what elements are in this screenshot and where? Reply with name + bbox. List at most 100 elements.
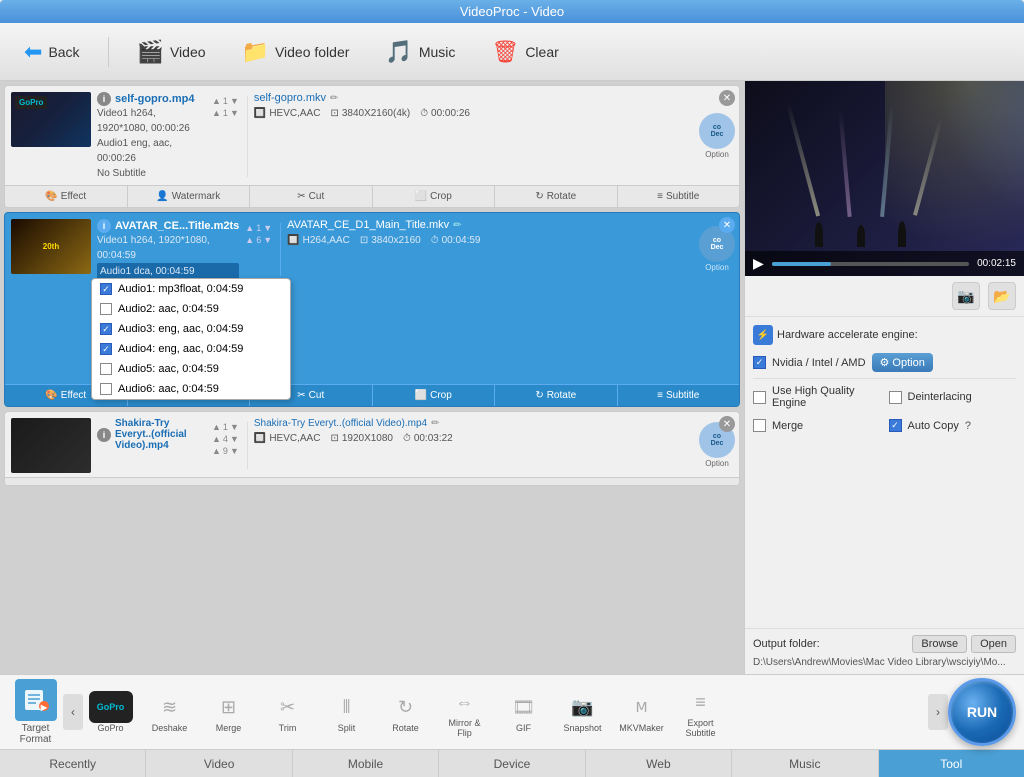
audio-track-item-2[interactable]: Audio2: aac, 0:04:59 [92, 299, 290, 319]
open-button[interactable]: Open [971, 635, 1016, 653]
crop-btn-1[interactable]: ⬜ Crop [373, 186, 496, 207]
stage-lights [745, 81, 1024, 276]
gopro-tool[interactable]: GoPro GoPro [83, 687, 138, 737]
split-icon: ⫴ [331, 691, 363, 723]
run-button[interactable]: RUN [948, 678, 1016, 746]
back-label: Back [48, 44, 79, 60]
tab-video[interactable]: Video [146, 750, 292, 777]
output-folder-section: Output folder: Browse Open D:\Users\Andr… [745, 628, 1024, 674]
gopro-icon: GoPro [89, 691, 133, 723]
browse-media-button[interactable]: 📂 [988, 282, 1016, 310]
tab-tool[interactable]: Tool [879, 750, 1024, 777]
mkvmaker-icon: Ⅿ [626, 691, 658, 723]
preview-area: ▶ 00:02:15 [745, 81, 1024, 276]
tab-music[interactable]: Music [732, 750, 878, 777]
snapshot-tool[interactable]: 📷 Snapshot [555, 687, 610, 737]
trim-tool[interactable]: ✂ Trim [260, 687, 315, 737]
mirror-flip-tool[interactable]: ⇔ Mirror & Flip [437, 682, 492, 742]
time-display: 00:02:15 [977, 258, 1016, 269]
autocopy-help[interactable]: ? [965, 420, 971, 432]
camera-button[interactable]: 📷 [952, 282, 980, 310]
play-button[interactable]: ▶ [753, 255, 764, 272]
clear-label: Clear [525, 44, 558, 60]
settings-divider-1 [753, 378, 1016, 379]
quality-checkbox[interactable] [753, 391, 766, 404]
merge-tool[interactable]: ⊞ Merge [201, 687, 256, 737]
subtitle-btn-1[interactable]: ≡ Subtitle [618, 186, 740, 207]
merge-icon: ⊞ [213, 691, 245, 723]
close-video-2[interactable]: ✕ [719, 217, 735, 233]
hw-checkbox[interactable]: ✓ [753, 356, 766, 369]
audio-dropdown: ✓ Audio1: mp3float, 0:04:59 Audio2: aac,… [91, 278, 291, 400]
hw-engine-row: ⚡ Hardware accelerate engine: [753, 325, 1016, 345]
autocopy-checkbox[interactable]: ✓ [889, 419, 902, 432]
hw-icon: ⚡ [753, 325, 773, 345]
gif-tool[interactable]: 🎞 GIF [496, 687, 551, 737]
merge-row: Merge [753, 419, 881, 432]
audio-track-item-1[interactable]: ✓ Audio1: mp3float, 0:04:59 [92, 279, 290, 299]
merge-autocopy-row: Merge ✓ Auto Copy ? [753, 419, 1016, 437]
video-list: ✕ GoPro i self-gopro.mp4 [0, 81, 744, 674]
tab-web[interactable]: Web [586, 750, 732, 777]
progress-bar[interactable] [772, 262, 969, 266]
split-tool[interactable]: ⫴ Split [319, 687, 374, 737]
back-icon: ⬅ [24, 39, 42, 65]
clear-button[interactable]: 🗑 Clear [483, 35, 566, 69]
progress-fill [772, 262, 831, 266]
music-label: Music [419, 44, 456, 60]
output-filename-2: AVATAR_CE_D1_Main_Title.mkv ✏ [287, 219, 689, 231]
rotate-btn-1[interactable]: ↻ Rotate [495, 186, 618, 207]
music-button[interactable]: 🎵 Music [377, 35, 463, 69]
target-format-button[interactable]: ▶ Target Format [8, 675, 63, 749]
audio-track-item-5[interactable]: Audio5: aac, 0:04:59 [92, 359, 290, 379]
format-svg: ▶ [22, 686, 50, 714]
thumbnail-3 [11, 418, 91, 473]
tab-mobile[interactable]: Mobile [293, 750, 439, 777]
hw-option-button[interactable]: ⚙ Option [872, 353, 933, 372]
deinterlacing-checkbox[interactable] [889, 391, 902, 404]
tab-device[interactable]: Device [439, 750, 585, 777]
subtitle-btn-2[interactable]: ≡ Subtitle [618, 385, 740, 406]
cut-btn-1[interactable]: ✂ Cut [250, 186, 373, 207]
deshake-icon: ≋ [154, 691, 186, 723]
deshake-tool[interactable]: ≋ Deshake [142, 687, 197, 737]
output-specs-1: 🔲HEVC,AAC ⊡3840X2160(4k) ⏱00:00:26 [254, 108, 689, 119]
main-layout: ✕ GoPro i self-gopro.mp4 [0, 81, 1024, 674]
scroll-right-button[interactable]: › [928, 694, 948, 730]
scroll-left-button[interactable]: ‹ [63, 694, 83, 730]
close-video-1[interactable]: ✕ [719, 90, 735, 106]
preview-action-row: 📷 📂 [745, 276, 1024, 317]
output-filename-3: Shakira-Try Everyt..(official Video).mp4… [254, 418, 689, 429]
audio-track-item-3[interactable]: ✓ Audio3: eng, aac, 0:04:59 [92, 319, 290, 339]
watermark-btn-1[interactable]: 👤 Watermark [128, 186, 251, 207]
export-subtitle-tool[interactable]: ≡ Export Subtitle [673, 682, 728, 742]
browse-button[interactable]: Browse [912, 635, 967, 653]
music-icon: 🎵 [385, 39, 412, 65]
video-item-1: ✕ GoPro i self-gopro.mp4 [4, 85, 740, 208]
output-filename-1: self-gopro.mkv ✏ [254, 92, 689, 104]
app-title: VideoProc - Video [460, 4, 564, 19]
crop-btn-2[interactable]: ⬜ Crop [373, 385, 496, 406]
preview-video [745, 81, 1024, 276]
format-label: Target Format [12, 723, 59, 745]
mkvmaker-tool[interactable]: Ⅿ MKVMaker [614, 687, 669, 737]
output-specs-3: 🔲HEVC,AAC ⊡1920X1080 ⏱00:03:22 [254, 433, 689, 444]
effect-btn-1[interactable]: 🎨 Effect [5, 186, 128, 207]
video-button[interactable]: 🎬 Video [129, 35, 214, 69]
folder-button[interactable]: 📁 Video folder [234, 35, 358, 69]
folder-label: Video folder [275, 44, 349, 60]
codec-button-1[interactable]: coDec [699, 113, 735, 149]
audio-track-item-4[interactable]: ✓ Audio4: eng, aac, 0:04:59 [92, 339, 290, 359]
rotate-tool[interactable]: ↻ Rotate [378, 687, 433, 737]
video-actions-1: 🎨 Effect 👤 Watermark ✂ Cut ⬜ Crop ↻ Rota… [5, 185, 739, 207]
merge-checkbox[interactable] [753, 419, 766, 432]
folder-buttons: Browse Open [912, 635, 1016, 653]
back-button[interactable]: ⬅ Back [16, 35, 88, 69]
close-video-3[interactable]: ✕ [719, 416, 735, 432]
export-subtitle-icon: ≡ [685, 686, 717, 718]
audio-track-item-6[interactable]: Audio6: aac, 0:04:59 [92, 379, 290, 399]
tab-recently[interactable]: Recently [0, 750, 146, 777]
right-panel: ▶ 00:02:15 📷 📂 ⚡ Hardware accelerate eng… [744, 81, 1024, 674]
rotate-btn-2[interactable]: ↻ Rotate [495, 385, 618, 406]
hw-option-row: ✓ Nvidia / Intel / AMD ⚙ Option [753, 353, 1016, 372]
